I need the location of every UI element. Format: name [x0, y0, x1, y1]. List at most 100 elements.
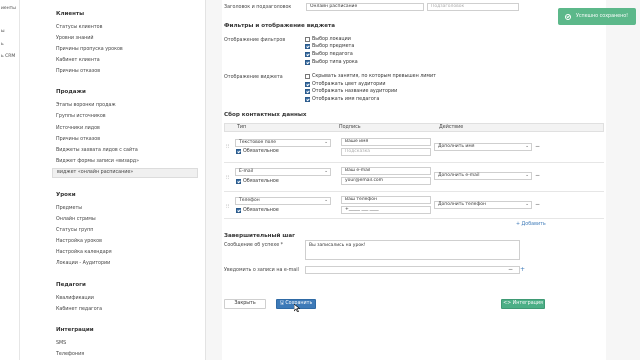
- field-type-select[interactable]: Телефон ⌄: [235, 197, 331, 205]
- sidebar-item-active[interactable]: виджет «онлайн расписание»: [52, 168, 198, 178]
- sidebar-item[interactable]: Кабинет клиента: [56, 58, 100, 63]
- check-circle-icon: [565, 13, 571, 20]
- sidebar-item[interactable]: Настройка уроков: [56, 239, 102, 244]
- left-nav-item[interactable]: ы: [1, 29, 5, 34]
- add-field-label: Добавить: [521, 222, 546, 227]
- sidebar-item[interactable]: Телефония: [56, 352, 84, 357]
- row-divider: [224, 218, 604, 219]
- sidebar-item[interactable]: Квалификации: [56, 296, 94, 301]
- settings-sidebar: Клиенты Статусы клиентов Уровни знаний П…: [48, 0, 206, 360]
- field-type-select[interactable]: E-mail ⌄: [235, 168, 331, 176]
- filter-teacher-checkbox[interactable]: Выбор педагога: [305, 52, 353, 57]
- left-nav-item[interactable]: иенты: [1, 6, 16, 11]
- drag-handle-icon[interactable]: ⁝⁝: [226, 175, 229, 181]
- action-select[interactable]: Дополнить e-mail ⌄: [434, 172, 532, 180]
- checkbox-checked-icon: [305, 44, 310, 49]
- chevron-down-icon: ⌄: [525, 144, 529, 149]
- chevron-down-icon: ⌄: [324, 169, 328, 174]
- add-field-link[interactable]: + Добавить: [516, 222, 546, 227]
- filter-lesson-type-checkbox[interactable]: Выбор типа урока: [305, 60, 358, 65]
- integration-button[interactable]: <> Интеграция: [501, 299, 545, 309]
- close-button[interactable]: Закрыть: [224, 299, 266, 309]
- sidebar-item[interactable]: Причины отказов: [56, 137, 100, 142]
- select-value: Дополнить e-mail: [438, 173, 480, 178]
- sidebar-section-teachers: Педагоги: [56, 282, 86, 288]
- placeholder-input[interactable]: +_____ ___ ____: [341, 206, 431, 214]
- sidebar-item[interactable]: Причины отказов: [56, 69, 100, 74]
- mouse-cursor-icon: [294, 304, 300, 312]
- sidebar-item[interactable]: Виджет формы записи «визард»: [56, 159, 139, 164]
- action-select[interactable]: Дополнить имя ⌄: [434, 143, 532, 151]
- sidebar-item[interactable]: SMS: [56, 341, 66, 346]
- required-checkbox[interactable]: Обязательное: [236, 208, 279, 213]
- checkbox-label: Выбор типа урока: [312, 60, 358, 65]
- caption-input[interactable]: Ваш e-mail: [341, 167, 431, 175]
- checkbox-label: Отображать название аудитории: [312, 89, 398, 94]
- show-room-name-checkbox[interactable]: Отображать название аудитории: [305, 89, 397, 94]
- sidebar-item[interactable]: Виджеты захвата лидов с сайта: [56, 148, 138, 153]
- sidebar-item[interactable]: Уровни знаний: [56, 36, 94, 41]
- show-room-color-checkbox[interactable]: Отображать цвет аудитории: [305, 82, 385, 87]
- left-nav-strip: иенты ы ь ь CRM: [0, 0, 20, 360]
- checkbox-checked-icon: [305, 97, 310, 102]
- sidebar-item[interactable]: Статусы групп: [56, 228, 93, 233]
- checkbox-label: Обязательное: [243, 149, 279, 154]
- sidebar-section-clients: Клиенты: [56, 11, 85, 17]
- checkbox-checked-icon: [236, 179, 241, 184]
- caption-input[interactable]: Ваш телефон: [341, 196, 431, 204]
- sidebar-item[interactable]: Группы источников: [56, 114, 106, 119]
- select-value: Телефон: [239, 198, 260, 203]
- title-input[interactable]: Онлайн расписание: [306, 3, 424, 11]
- column-type: Тип: [237, 125, 247, 130]
- row-divider: [224, 162, 604, 163]
- row-divider: [224, 191, 604, 192]
- filter-location-checkbox[interactable]: Выбор локации: [305, 37, 351, 42]
- sidebar-item[interactable]: Этапы воронки продаж: [56, 103, 116, 108]
- column-action: Действие: [439, 125, 464, 130]
- drag-handle-icon[interactable]: ⁝⁝: [226, 144, 229, 150]
- left-nav-item[interactable]: ь CRM: [1, 54, 15, 59]
- subtitle-input[interactable]: Подзаголовок: [427, 3, 519, 11]
- remove-row-icon[interactable]: −: [535, 172, 540, 179]
- sidebar-item[interactable]: Настройка календаря: [56, 250, 112, 255]
- toast-text: Успешно сохранено!: [576, 14, 629, 19]
- form-margin-left: [206, 0, 222, 360]
- select-value: Дополнить телефон: [438, 202, 486, 207]
- placeholder-input[interactable]: your@email.com: [341, 177, 431, 185]
- field-type-select[interactable]: Текстовое поле ⌄: [235, 139, 331, 147]
- checkbox-checked-icon: [305, 89, 310, 94]
- left-nav-item[interactable]: ь: [1, 42, 4, 47]
- filters-label: Отображение фильтров: [224, 38, 286, 43]
- contacts-heading: Сбор контактных данных: [224, 112, 307, 118]
- required-checkbox[interactable]: Обязательное: [236, 149, 279, 154]
- remove-row-icon[interactable]: −: [535, 143, 540, 150]
- remove-email-icon[interactable]: −: [508, 266, 513, 273]
- placeholder-input[interactable]: Подсказка: [341, 148, 431, 156]
- checkbox-label: Отображать цвет аудитории: [312, 82, 386, 87]
- sidebar-item[interactable]: Предметы: [56, 206, 82, 211]
- hide-over-limit-checkbox[interactable]: Скрывать занятия, по которым превышен ли…: [305, 74, 436, 79]
- show-teacher-name-checkbox[interactable]: Отображать имя педагога: [305, 97, 379, 102]
- sidebar-item[interactable]: Кабинет педагога: [56, 307, 102, 312]
- sidebar-item[interactable]: Локации - Аудитории: [56, 261, 110, 266]
- add-email-icon[interactable]: +: [520, 266, 525, 273]
- sidebar-item[interactable]: Источники лидов: [56, 126, 100, 131]
- widget-settings-form: Заголовок и подзаголовок Онлайн расписан…: [206, 0, 640, 360]
- checkbox-icon: [305, 37, 310, 42]
- success-message-textarea[interactable]: Вы записались на урок!: [305, 240, 520, 260]
- notify-email-input[interactable]: [305, 266, 520, 274]
- filters-heading: Фильтры и отображение виджета: [224, 23, 336, 29]
- drag-handle-icon[interactable]: ⁝⁝: [226, 204, 229, 210]
- sidebar-item[interactable]: Онлайн стримы: [56, 217, 96, 222]
- sidebar-section-integrations: Интеграции: [56, 327, 94, 333]
- action-select[interactable]: Дополнить телефон ⌄: [434, 201, 532, 209]
- sidebar-item[interactable]: Причины пропуска уроков: [56, 47, 123, 52]
- contacts-table-header: Тип Подпись Действие: [224, 123, 604, 132]
- chevron-down-icon: ⌄: [324, 140, 328, 145]
- checkbox-label: Отображать имя педагога: [312, 97, 380, 102]
- remove-row-icon[interactable]: −: [535, 201, 540, 208]
- required-checkbox[interactable]: Обязательное: [236, 179, 279, 184]
- caption-input[interactable]: Ваше имя: [341, 138, 431, 146]
- filter-subject-checkbox[interactable]: Выбор предмета: [305, 44, 354, 49]
- sidebar-item[interactable]: Статусы клиентов: [56, 25, 102, 30]
